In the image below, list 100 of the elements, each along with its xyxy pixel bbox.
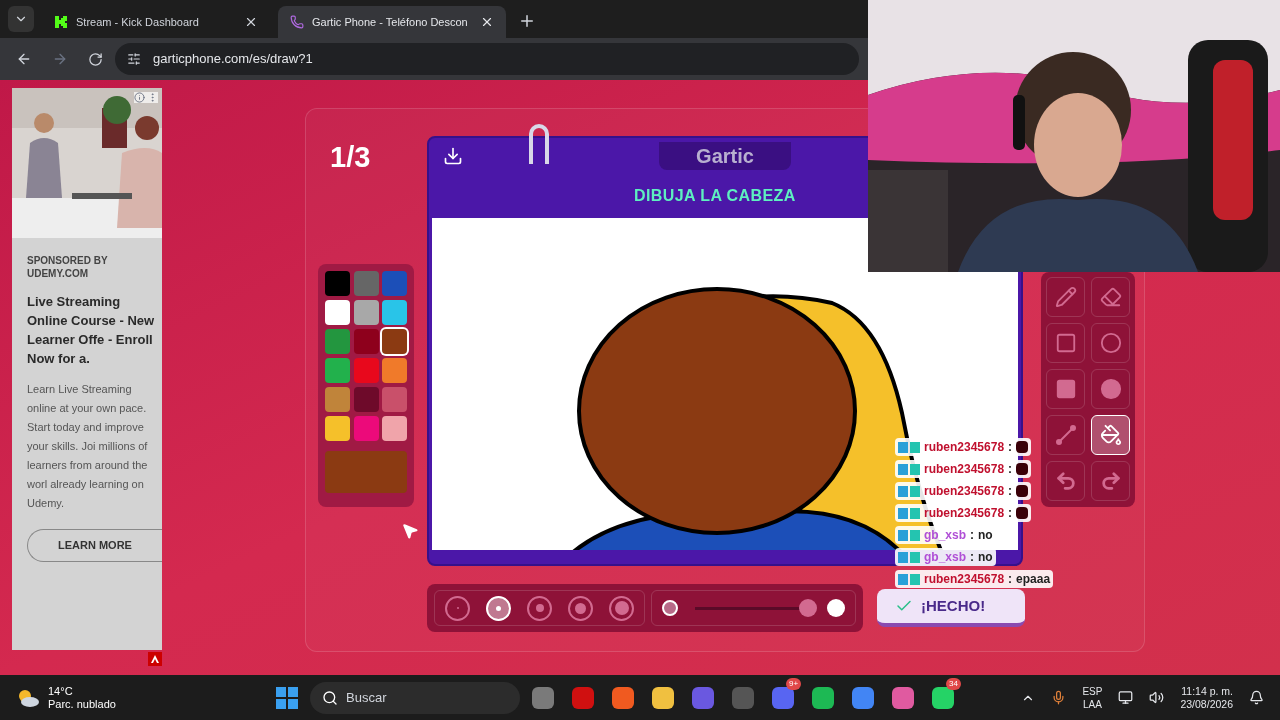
notification-badge: 9+ xyxy=(786,677,802,690)
adchoices-icon xyxy=(148,652,162,666)
tool-button[interactable] xyxy=(1091,461,1130,501)
drawing-canvas[interactable] xyxy=(432,218,1018,550)
badge-icon xyxy=(898,551,920,563)
color-swatch[interactable] xyxy=(353,328,379,354)
url-text: garticphone.com/es/draw?1 xyxy=(153,50,313,69)
address-field[interactable]: garticphone.com/es/draw?1 xyxy=(115,43,859,75)
network-icon[interactable] xyxy=(1118,690,1134,705)
chat-separator: : xyxy=(1008,571,1013,588)
tab-list-button[interactable] xyxy=(8,6,34,32)
ad-headline: Live Streaming Online Course - New Learner Offe - Enroll Now for a. xyxy=(27,293,156,368)
back-icon[interactable] xyxy=(16,51,32,67)
color-swatch[interactable] xyxy=(382,386,408,412)
emote-icon xyxy=(1016,485,1029,497)
volume-icon[interactable] xyxy=(1149,690,1165,705)
chat-username: ruben2345678 xyxy=(924,461,1005,478)
search-placeholder: Buscar xyxy=(346,688,387,707)
language-text: ESP xyxy=(1082,684,1103,698)
tool-button[interactable] xyxy=(1091,277,1130,317)
tool-button[interactable] xyxy=(1046,415,1085,455)
ring-icon xyxy=(529,124,549,164)
color-swatch[interactable] xyxy=(353,299,379,325)
notification-badge: 34 xyxy=(946,677,961,690)
pencil-icon xyxy=(1054,286,1077,308)
kick-logo-icon xyxy=(54,15,68,29)
chat-separator: : xyxy=(1008,483,1013,500)
close-icon[interactable] xyxy=(480,15,494,29)
taskbar-app-icon[interactable] xyxy=(772,686,794,709)
tool-button[interactable] xyxy=(1091,323,1130,363)
emote-icon xyxy=(1016,441,1029,453)
color-swatch[interactable] xyxy=(325,270,350,296)
tool-button[interactable] xyxy=(1091,415,1130,455)
tool-button[interactable] xyxy=(1046,323,1085,363)
emote-icon xyxy=(1016,507,1029,519)
color-swatch[interactable] xyxy=(382,357,408,383)
color-swatch[interactable] xyxy=(353,270,379,296)
tab-title: Gartic Phone - Teléfono Descon xyxy=(312,14,469,30)
tab-title: Stream - Kick Dashboard xyxy=(76,14,200,30)
taskbar-app-icon[interactable] xyxy=(812,686,834,709)
color-swatch[interactable] xyxy=(325,357,350,383)
new-tab-icon[interactable] xyxy=(518,12,536,30)
filled-circle-icon xyxy=(1099,378,1122,400)
taskbar-app-icon[interactable] xyxy=(612,686,634,709)
sponsor-text: SPONSORED BY UDEMY.COM xyxy=(26,254,109,280)
badge-icon xyxy=(898,573,920,585)
done-button[interactable]: ¡HECHO! xyxy=(877,589,1025,627)
chat-message: epaaa xyxy=(1016,571,1051,588)
paint-bucket-icon xyxy=(1099,424,1122,446)
taskbar-search-field[interactable]: Buscar xyxy=(310,681,520,714)
color-swatch[interactable] xyxy=(325,328,350,354)
filled-square-icon xyxy=(1054,378,1077,400)
color-swatch[interactable] xyxy=(353,415,379,441)
chat-separator: : xyxy=(1008,505,1013,522)
tool-button[interactable] xyxy=(1046,369,1085,409)
browser-tab[interactable]: Stream - Kick Dashboard xyxy=(42,6,270,38)
taskbar-app-icon[interactable] xyxy=(932,686,954,709)
microphone-icon[interactable] xyxy=(1051,690,1067,705)
opacity-low-icon xyxy=(662,600,678,616)
tool-button[interactable] xyxy=(1046,461,1085,501)
start-icon[interactable] xyxy=(276,686,298,709)
taskbar-app-icon[interactable] xyxy=(892,686,914,709)
badge-icon xyxy=(898,507,920,519)
chat-username: ruben2345678 xyxy=(924,439,1005,456)
taskbar-app-icon[interactable] xyxy=(852,686,874,709)
color-swatch[interactable] xyxy=(382,415,408,441)
color-swatch[interactable] xyxy=(325,415,350,441)
weather-icon xyxy=(16,687,40,708)
taskbar-app-icon[interactable] xyxy=(652,686,674,709)
reload-icon[interactable] xyxy=(88,51,103,67)
phone-icon xyxy=(290,15,304,29)
color-swatch[interactable] xyxy=(325,299,350,325)
download-icon[interactable] xyxy=(443,146,463,166)
color-swatch[interactable] xyxy=(325,386,350,412)
search-icon xyxy=(322,689,338,706)
browser-tab[interactable]: Gartic Phone - Teléfono Descon xyxy=(278,6,506,38)
tool-button[interactable] xyxy=(1046,277,1085,317)
badge-icon xyxy=(898,485,920,497)
color-swatch[interactable] xyxy=(382,270,408,296)
color-swatch[interactable] xyxy=(353,386,379,412)
chat-message: no xyxy=(978,549,993,566)
line-icon xyxy=(1054,424,1077,446)
round-counter: 1/3 xyxy=(330,140,372,175)
clock-time: 11:14 p. m. xyxy=(1181,684,1233,698)
notification-icon[interactable] xyxy=(1249,690,1264,705)
undo-icon xyxy=(1054,470,1077,492)
chat-separator: : xyxy=(970,549,974,566)
site-settings-icon[interactable] xyxy=(127,52,141,66)
info-icon[interactable] xyxy=(134,92,145,103)
close-icon[interactable] xyxy=(244,15,258,29)
cursor-icon xyxy=(401,522,419,540)
color-swatch[interactable] xyxy=(382,299,408,325)
forward-icon[interactable] xyxy=(52,51,68,67)
badge-icon xyxy=(898,463,920,475)
tool-button[interactable] xyxy=(1091,369,1130,409)
temperature-text: 14°C xyxy=(48,684,74,698)
chat-separator: : xyxy=(1008,461,1013,478)
color-swatch[interactable] xyxy=(382,328,408,354)
chat-separator: : xyxy=(970,527,974,544)
color-swatch[interactable] xyxy=(353,357,379,383)
